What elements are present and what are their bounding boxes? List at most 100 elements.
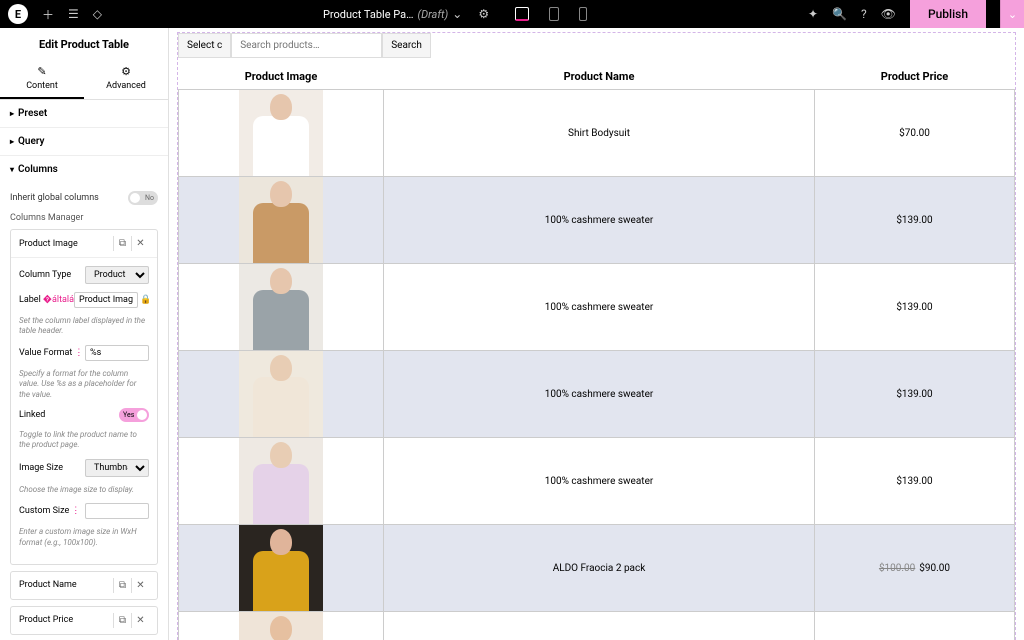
cell-name[interactable]: 100% cashmere sweater	[384, 351, 815, 438]
tab-advanced[interactable]: ⚙ Advanced	[84, 59, 168, 99]
caret-right-icon: ▸	[10, 137, 14, 146]
image-size-label: Image Size	[19, 463, 63, 473]
table-row: ALDO Fraocia 2 pack$100.00$90.00	[179, 525, 1015, 612]
elementor-logo-icon[interactable]: E	[8, 4, 28, 24]
cell-price: $139.00	[815, 351, 1015, 438]
table-row: 100% cashmere sweater$139.00	[179, 264, 1015, 351]
th-name: Product Name	[384, 64, 815, 90]
product-image	[239, 438, 323, 524]
preview-canvas: Select c Search Product Image Product Na…	[169, 28, 1024, 640]
search-button[interactable]: Search	[382, 33, 431, 58]
duplicate-icon[interactable]: ⧉	[113, 578, 131, 593]
custom-size-help: Enter a custom image size in WxH format …	[19, 527, 149, 548]
cell-image[interactable]	[179, 525, 384, 612]
image-size-select[interactable]: Thumbnail	[85, 459, 149, 477]
finder-icon[interactable]: 🔍	[832, 7, 847, 21]
structure-icon[interactable]: ☰	[68, 7, 79, 21]
cell-name[interactable]: 100% cashmere sweater	[384, 177, 815, 264]
custom-size-label: Custom Size⋮	[19, 506, 80, 516]
cell-image[interactable]	[179, 612, 384, 640]
product-image	[239, 177, 323, 263]
cell-name[interactable]: ALDO Fraocia 2 pack	[384, 525, 815, 612]
caret-right-icon: ▸	[10, 109, 14, 118]
lock-icon[interactable]: 🔒	[140, 295, 151, 305]
editor-sidebar: Edit Product Table ✎ Content ⚙ Advanced …	[0, 28, 169, 640]
table-row: Shirt Bodysuit$70.00	[179, 90, 1015, 177]
label-input[interactable]	[74, 292, 138, 308]
table-row: 100% cashmere sweater$139.00	[179, 351, 1015, 438]
page-settings-icon[interactable]: ⚙	[478, 7, 489, 21]
close-icon[interactable]: ✕	[131, 236, 149, 251]
close-icon[interactable]: ✕	[131, 578, 149, 593]
help-icon[interactable]: ?	[861, 7, 867, 21]
inherit-toggle[interactable]: No	[128, 191, 158, 205]
device-tablet-icon[interactable]	[549, 7, 559, 21]
column-type-select[interactable]: Product Image	[85, 266, 149, 284]
device-desktop-icon[interactable]	[515, 7, 529, 21]
column-type-label: Column Type	[19, 270, 71, 280]
page-title-wrap[interactable]: Product Table Pa… (Draft) ⌄	[323, 7, 462, 21]
cell-image[interactable]	[179, 90, 384, 177]
columns-manager-label: Columns Manager	[10, 213, 158, 223]
draft-label: (Draft)	[417, 8, 448, 21]
linked-label: Linked	[19, 410, 45, 420]
th-image: Product Image	[179, 64, 384, 90]
sidebar-title: Edit Product Table	[0, 28, 168, 59]
layers-icon[interactable]: ◇	[93, 7, 102, 21]
cell-price: $139.00	[815, 438, 1015, 525]
search-input[interactable]	[231, 33, 382, 58]
publish-options-button[interactable]: ⌄	[1000, 0, 1024, 28]
product-image	[239, 525, 323, 611]
close-icon[interactable]: ✕	[131, 613, 149, 628]
table-row: Sweater with voluminous sleeves$89.00	[179, 612, 1015, 640]
image-size-help: Choose the image size to display.	[19, 485, 149, 495]
cell-image[interactable]	[179, 351, 384, 438]
cell-price: $139.00	[815, 177, 1015, 264]
column-item-product-image[interactable]: Product Image ⧉ ✕ Column Type Product Im…	[10, 229, 158, 565]
section-query[interactable]: ▸ Query	[0, 128, 168, 155]
cell-name[interactable]: 100% cashmere sweater	[384, 264, 815, 351]
value-format-help: Specify a format for the column value. U…	[19, 369, 149, 400]
cell-price: $139.00	[815, 264, 1015, 351]
preview-icon[interactable]: 👁	[881, 7, 896, 21]
linked-help: Toggle to link the product name to the p…	[19, 430, 149, 451]
add-icon[interactable]: ＋	[42, 6, 54, 23]
product-image	[239, 351, 323, 437]
column-item-product-price[interactable]: Product Price ⧉ ✕	[10, 606, 158, 635]
cell-name[interactable]: Sweater with voluminous sleeves	[384, 612, 815, 640]
section-preset[interactable]: ▸ Preset	[0, 100, 168, 127]
label-help: Set the column label displayed in the ta…	[19, 316, 149, 337]
tab-content[interactable]: ✎ Content	[0, 59, 84, 99]
device-mobile-icon[interactable]	[579, 7, 587, 21]
category-select[interactable]: Select c	[178, 33, 231, 58]
table-row: 100% cashmere sweater$139.00	[179, 438, 1015, 525]
column-item-product-name[interactable]: Product Name ⧉ ✕	[10, 571, 158, 600]
inherit-label: Inherit global columns	[10, 193, 99, 203]
top-bar: E ＋ ☰ ◇ Product Table Pa… (Draft) ⌄ ⚙ ✦ …	[0, 0, 1024, 28]
value-format-input[interactable]	[85, 345, 149, 361]
linked-toggle[interactable]: Yes	[119, 408, 149, 422]
publish-button[interactable]: Publish	[910, 0, 986, 28]
cell-image[interactable]	[179, 177, 384, 264]
custom-size-input[interactable]	[85, 503, 149, 519]
pencil-icon: ✎	[37, 65, 46, 78]
duplicate-icon[interactable]: ⧉	[113, 236, 131, 251]
table-row: 100% cashmere sweater$139.00	[179, 177, 1015, 264]
label-label: Label�általá	[19, 295, 74, 305]
cell-image[interactable]	[179, 264, 384, 351]
cell-price: $89.00	[815, 612, 1015, 640]
dynamic-icon: ⋮	[74, 348, 83, 358]
dynamic-icon: �általá	[43, 295, 74, 305]
chevron-down-icon[interactable]: ⌄	[452, 7, 462, 21]
whats-new-icon[interactable]: ✦	[808, 7, 818, 21]
page-title: Product Table Pa…	[323, 8, 414, 21]
th-price: Product Price	[815, 64, 1015, 90]
cell-name[interactable]: 100% cashmere sweater	[384, 438, 815, 525]
section-columns[interactable]: ▾ Columns	[0, 156, 168, 183]
cell-name[interactable]: Shirt Bodysuit	[384, 90, 815, 177]
duplicate-icon[interactable]: ⧉	[113, 613, 131, 628]
cell-price: $100.00$90.00	[815, 525, 1015, 612]
cell-price: $70.00	[815, 90, 1015, 177]
cell-image[interactable]	[179, 438, 384, 525]
caret-down-icon: ▾	[10, 165, 14, 174]
